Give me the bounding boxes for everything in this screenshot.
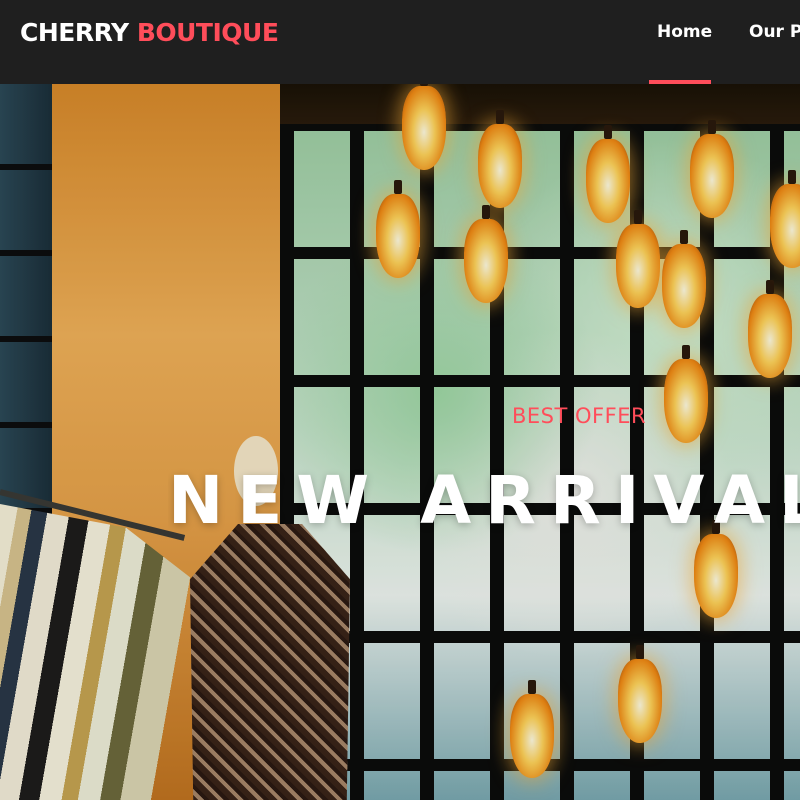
nav-item-home[interactable]: Home (657, 22, 712, 42)
main-nav: Home Our Pro (0, 0, 800, 84)
hero-overlay (0, 84, 800, 800)
nav-item-our-products[interactable]: Our Pro (749, 22, 800, 42)
hero-eyebrow: BEST OFFER (512, 404, 647, 428)
active-nav-indicator (649, 80, 711, 84)
hero-title: NEW ARRIVALS ON (168, 462, 800, 539)
hero-banner: BEST OFFER NEW ARRIVALS ON (0, 84, 800, 800)
navbar: CHERRY BOUTIQUE Home Our Pro (0, 0, 800, 84)
